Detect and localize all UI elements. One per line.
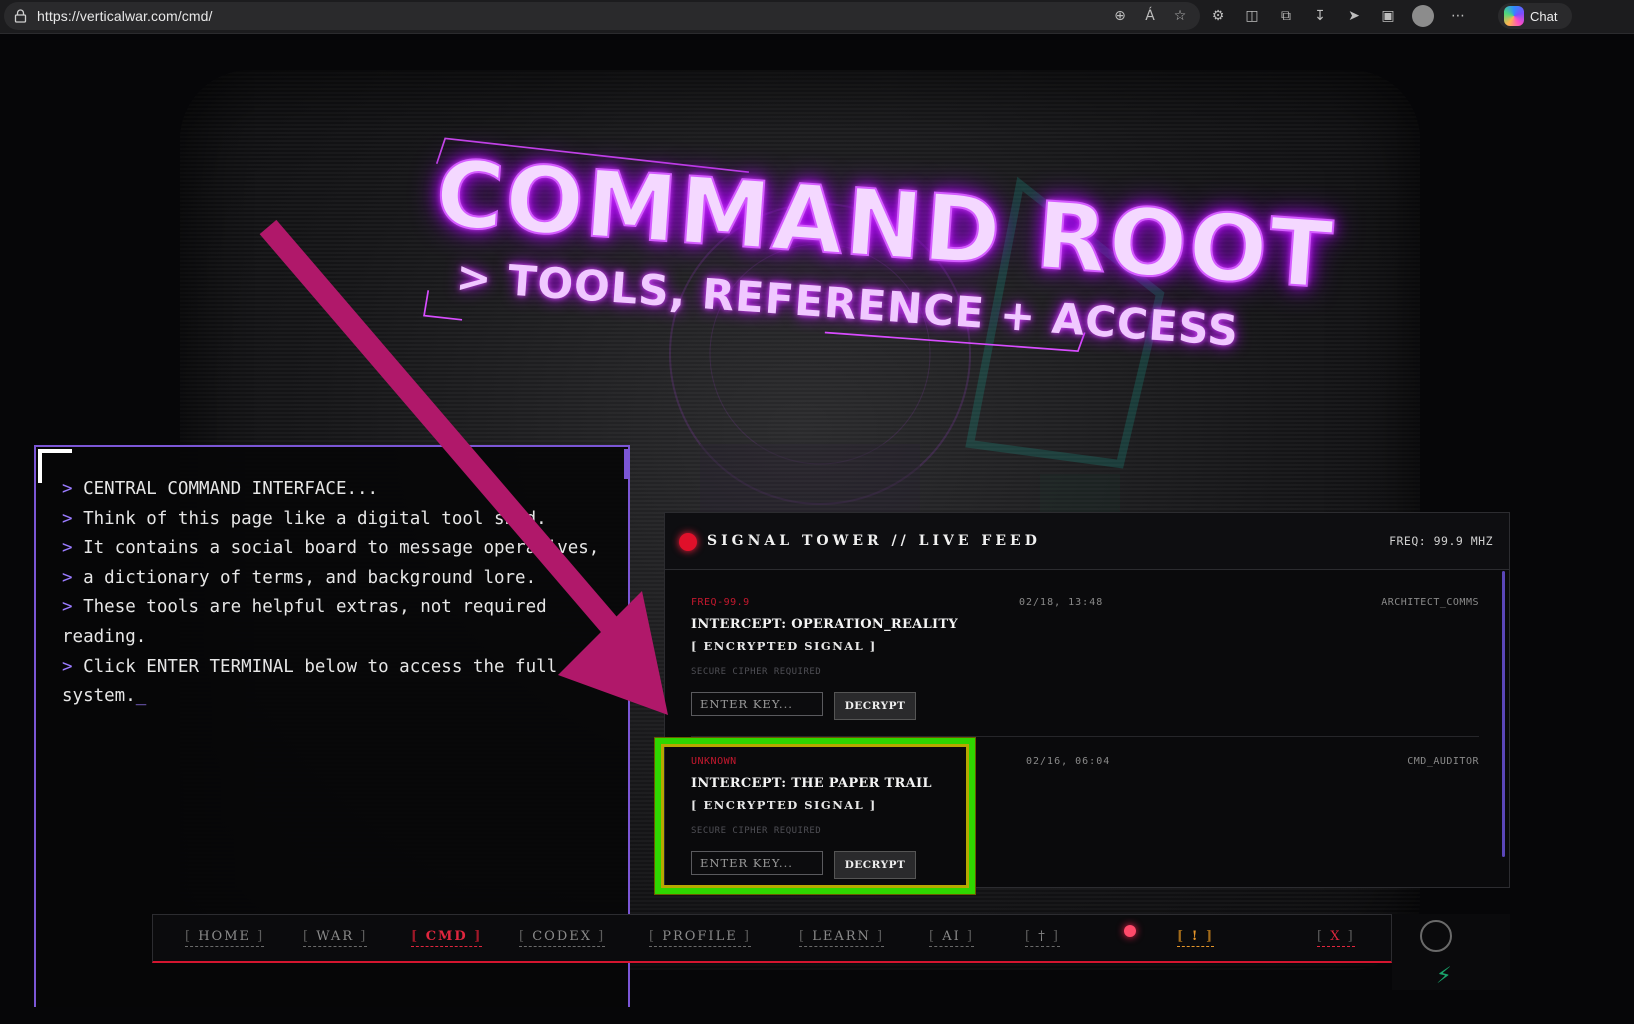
share-icon[interactable]: ➤ <box>1344 6 1364 26</box>
read-aloud-icon[interactable]: Á <box>1140 6 1160 26</box>
intercept-title: INTERCEPT: OPERATION_REALITY <box>691 617 958 632</box>
extensions-icon[interactable]: ⚙ <box>1208 6 1228 26</box>
feed-scrollbar[interactable] <box>1502 571 1505 857</box>
main-nav-bar: [ HOME ] [ WAR ] [ CMD ] [ CODEX ] [ PRO… <box>152 914 1392 963</box>
zoom-icon[interactable]: ⊕ <box>1110 6 1130 26</box>
split-screen-icon[interactable]: ◫ <box>1242 6 1262 26</box>
encrypted-status: [ ENCRYPTED SIGNAL ] <box>691 639 877 653</box>
nav-learn[interactable]: [ LEARN ] <box>799 929 885 947</box>
browser-toolbar: https://verticalwar.com/cmd/ ⊕ Á ☆ ⚙ ◫ … <box>0 0 1634 34</box>
intercept-timestamp: 02/16, 06:04 <box>1026 756 1111 767</box>
favorite-star-icon[interactable]: ☆ <box>1170 6 1190 26</box>
decrypt-key-input[interactable] <box>691 692 823 716</box>
screenshot-icon[interactable]: ▣ <box>1378 6 1398 26</box>
copilot-chat-button[interactable]: Chat <box>1498 3 1572 29</box>
nav-close[interactable]: [ X ] <box>1317 929 1355 947</box>
lock-icon <box>14 9 27 23</box>
intercept-divider <box>691 736 1479 737</box>
intercept-timestamp: 02/18, 13:48 <box>1019 597 1104 608</box>
copilot-icon <box>1504 6 1524 26</box>
url-text[interactable]: https://verticalwar.com/cmd/ <box>37 8 213 24</box>
arrow-annotation <box>259 219 668 715</box>
notification-dot <box>1124 925 1136 937</box>
nav-dagger[interactable]: [ † ] <box>1025 929 1060 947</box>
intercept-author: ARCHITECT_COMMS <box>1381 597 1479 608</box>
cipher-note: SECURE CIPHER REQUIRED <box>691 667 822 677</box>
user-avatar-icon[interactable] <box>1420 920 1452 952</box>
intercept-author: CMD_AUDITOR <box>1407 756 1479 767</box>
collections-icon[interactable]: ⧉ <box>1276 6 1296 26</box>
chat-label: Chat <box>1530 8 1558 24</box>
decrypt-button[interactable]: DECRYPT <box>834 692 916 720</box>
signal-tower-header: SIGNAL TOWER // LIVE FEED FREQ: 99.9 MHZ <box>665 513 1509 570</box>
blinking-cursor: _ <box>135 686 147 707</box>
intercept-source: FREQ-99.9 <box>691 597 750 608</box>
more-menu-icon[interactable]: ⋯ <box>1448 6 1468 26</box>
nav-codex[interactable]: [ CODEX ] <box>519 929 606 947</box>
bolt-icon: ⚡ <box>1436 960 1452 990</box>
signal-tower-title: SIGNAL TOWER // LIVE FEED <box>707 533 1041 549</box>
downloads-icon[interactable]: ↧ <box>1310 6 1330 26</box>
address-bar[interactable]: https://verticalwar.com/cmd/ ⊕ Á ☆ <box>4 2 1200 30</box>
highlight-annotation-box <box>655 738 975 894</box>
nav-alert[interactable]: [ ! ] <box>1177 929 1215 947</box>
nav-home[interactable]: [ HOME ] <box>185 929 265 947</box>
profile-avatar-icon[interactable] <box>1412 5 1434 27</box>
nav-cmd[interactable]: [ CMD ] <box>411 929 483 947</box>
intercept-card: FREQ-99.9 02/18, 13:48 ARCHITECT_COMMS I… <box>691 597 1479 747</box>
nav-war[interactable]: [ WAR ] <box>303 929 368 947</box>
frequency-readout: FREQ: 99.9 MHZ <box>1389 534 1493 548</box>
nav-profile[interactable]: [ PROFILE ] <box>649 929 751 947</box>
nav-ai[interactable]: [ AI ] <box>929 929 974 947</box>
